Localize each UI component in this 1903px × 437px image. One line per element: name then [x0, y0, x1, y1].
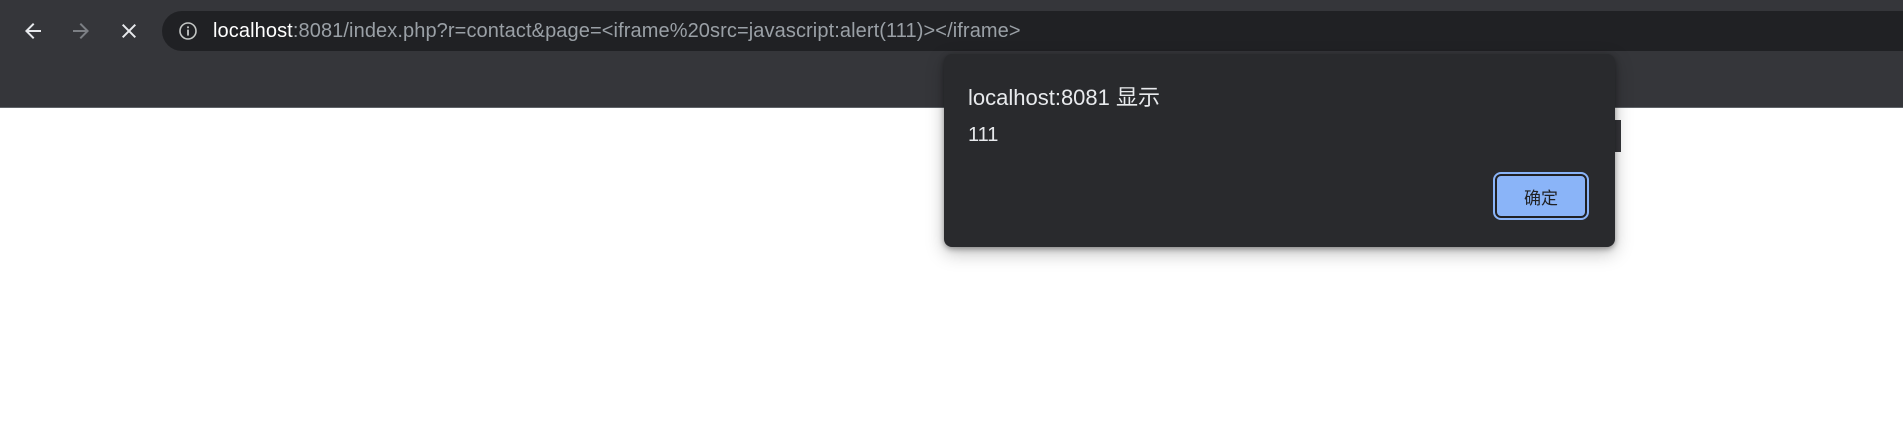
- ok-button[interactable]: 确定: [1493, 172, 1589, 220]
- browser-toolbar: localhost:8081/index.php?r=contact&page=…: [0, 0, 1903, 62]
- back-button[interactable]: [13, 11, 53, 51]
- alert-dialog: localhost:8081 显示 111 确定: [944, 54, 1615, 247]
- dialog-message: 111: [968, 124, 999, 146]
- dialog-title: localhost:8081 显示: [968, 85, 1160, 110]
- stop-loading-button[interactable]: [109, 11, 149, 51]
- info-icon[interactable]: [178, 21, 198, 41]
- arrow-right-icon: [73, 23, 89, 39]
- url-host: localhost: [213, 20, 293, 42]
- arrow-left-icon: [25, 23, 41, 39]
- url-path: :8081/index.php?r=contact&page=<iframe%2…: [292, 20, 1021, 42]
- close-icon: [122, 24, 136, 38]
- forward-button[interactable]: [61, 11, 101, 51]
- address-bar[interactable]: localhost:8081/index.php?r=contact&page=…: [162, 11, 1903, 51]
- url-text[interactable]: localhost:8081/index.php?r=contact&page=…: [213, 20, 1021, 43]
- dialog-backdrop-edge: [1615, 120, 1621, 152]
